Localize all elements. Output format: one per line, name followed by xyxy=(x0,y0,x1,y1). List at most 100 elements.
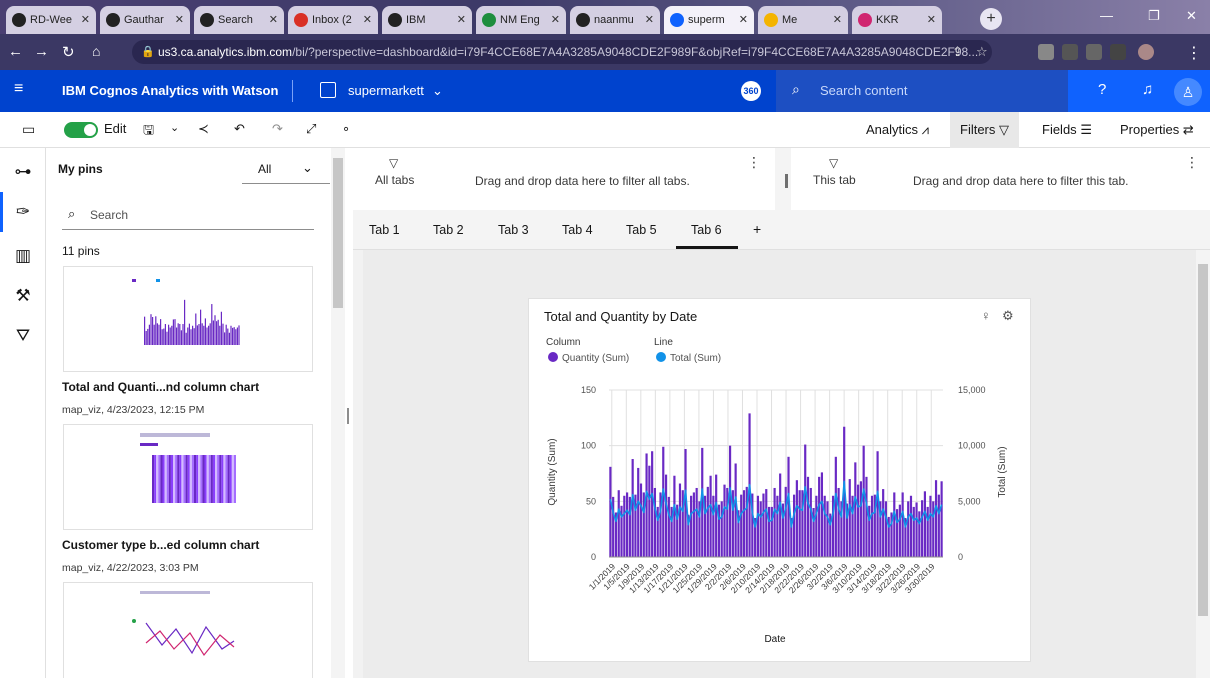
extension-icon[interactable] xyxy=(1038,44,1054,60)
sources-icon[interactable]: ⊶ xyxy=(12,162,34,182)
browser-menu-icon[interactable]: ⋮ xyxy=(1186,43,1202,63)
profile-avatar[interactable] xyxy=(1138,44,1154,60)
home-icon[interactable]: ⌂ xyxy=(92,43,100,59)
dashboard-name[interactable]: supermarkett xyxy=(348,83,424,98)
quantity-bar[interactable] xyxy=(921,500,924,557)
analytics-button[interactable]: Analytics ⩘ xyxy=(856,112,939,148)
chart-widget[interactable]: Total and Quantity by Date ♀ ⚙ Column Li… xyxy=(528,298,1031,662)
comment-icon[interactable]: ▭ xyxy=(22,121,35,138)
back-icon[interactable]: ← xyxy=(8,43,23,60)
overflow-menu-icon[interactable]: ⋮ xyxy=(747,154,761,171)
close-tab-icon[interactable]: ✕ xyxy=(175,13,184,26)
quantity-bar[interactable] xyxy=(773,487,776,557)
close-tab-icon[interactable]: ✕ xyxy=(551,13,560,26)
canvas-scrollbar[interactable] xyxy=(1196,250,1210,678)
quantity-bar[interactable] xyxy=(653,487,657,557)
quantity-bar[interactable] xyxy=(706,486,709,557)
tab-1[interactable]: Tab 1 xyxy=(369,223,400,237)
search-content-field[interactable]: ⌕ Search content xyxy=(776,70,1068,112)
browser-tab[interactable]: IBM ✕ xyxy=(382,6,472,34)
quantity-bar[interactable] xyxy=(779,473,782,558)
pin-thumbnail[interactable] xyxy=(63,424,313,530)
quantity-bar[interactable] xyxy=(720,501,723,557)
quantity-bar[interactable] xyxy=(926,506,929,557)
menu-icon[interactable]: ≡ xyxy=(14,80,23,98)
quantity-bar[interactable] xyxy=(664,474,668,557)
quantity-bar[interactable] xyxy=(798,490,801,557)
close-tab-icon[interactable]: ✕ xyxy=(927,13,936,26)
browser-tab[interactable]: Gauthar ✕ xyxy=(100,6,190,34)
help-icon[interactable]: ? xyxy=(1098,81,1106,98)
close-tab-icon[interactable]: ✕ xyxy=(363,13,372,26)
pin-thumbnail[interactable] xyxy=(63,582,313,678)
quantity-bar[interactable] xyxy=(723,484,726,557)
quantity-bar[interactable] xyxy=(776,495,779,557)
assistant-icon[interactable]: ⛛ xyxy=(12,326,34,346)
quantity-bar[interactable] xyxy=(762,493,765,557)
browser-tab[interactable]: KKR ✕ xyxy=(852,6,942,34)
new-tab-button[interactable]: + xyxy=(980,8,1002,30)
tab-6[interactable]: Tab 6 xyxy=(691,223,722,237)
settings-icon[interactable]: ⚙ xyxy=(1002,308,1014,323)
quantity-bar[interactable] xyxy=(645,453,648,557)
pins-scrollbar-thumb[interactable] xyxy=(333,158,343,308)
close-tab-icon[interactable]: ✕ xyxy=(269,13,278,26)
extensions-puzzle-icon[interactable] xyxy=(1062,44,1078,60)
all-tabs-filter-zone[interactable]: ▽ All tabs Drag and drop data here to fi… xyxy=(353,148,775,210)
bookmark-star-icon[interactable]: ☆ xyxy=(976,40,988,64)
legend-total-label[interactable]: Total (Sum) xyxy=(670,353,721,364)
reading-list-icon[interactable] xyxy=(1086,44,1102,60)
quantity-bar[interactable] xyxy=(909,495,913,557)
tab-3[interactable]: Tab 3 xyxy=(498,223,529,237)
this-tab-filter-zone[interactable]: ▽ This tab Drag and drop data here to fi… xyxy=(791,148,1210,210)
browser-tab[interactable]: RD-Wee ✕ xyxy=(6,6,96,34)
quantity-bar[interactable] xyxy=(937,494,940,557)
quantity-bar[interactable] xyxy=(626,492,629,557)
quantity-bar[interactable] xyxy=(923,491,926,557)
badge-360[interactable]: 360 xyxy=(741,81,761,101)
properties-button[interactable]: Properties ⇄ xyxy=(1110,112,1204,148)
quantity-bar[interactable] xyxy=(692,492,695,557)
widgets-icon[interactable]: ⚒ xyxy=(12,286,34,306)
quantity-bar[interactable] xyxy=(859,481,862,557)
quantity-bar[interactable] xyxy=(795,480,798,557)
quantity-bar[interactable] xyxy=(712,495,715,557)
quantity-bar[interactable] xyxy=(806,476,810,557)
quantity-bar[interactable] xyxy=(742,490,746,557)
quantity-bar[interactable] xyxy=(893,492,896,557)
close-tab-icon[interactable]: ✕ xyxy=(739,13,748,26)
quantity-bar[interactable] xyxy=(912,506,915,557)
quantity-bar[interactable] xyxy=(617,490,620,557)
expand-icon[interactable]: ⤢ xyxy=(306,121,316,137)
pin-thumbnail[interactable] xyxy=(63,266,313,372)
browser-tab[interactable]: Search ✕ xyxy=(194,6,284,34)
minimize-icon[interactable]: — xyxy=(1100,8,1113,23)
pin-icon[interactable]: ✑ xyxy=(12,202,34,222)
quantity-bar[interactable] xyxy=(898,504,901,557)
quantity-bar[interactable] xyxy=(809,487,812,557)
quantity-bar[interactable] xyxy=(709,475,712,557)
quantity-bar[interactable] xyxy=(862,445,865,557)
quantity-bar[interactable] xyxy=(662,446,665,557)
quantity-bar[interactable] xyxy=(854,462,857,557)
quantity-bar[interactable] xyxy=(940,481,943,557)
quantity-bar[interactable] xyxy=(637,467,640,557)
quantity-bar[interactable] xyxy=(815,495,818,557)
quantity-bar[interactable] xyxy=(728,445,732,557)
reload-icon[interactable]: ↻ xyxy=(62,43,75,61)
quantity-bar[interactable] xyxy=(648,465,651,557)
browser-tab[interactable]: naanmu ✕ xyxy=(570,6,660,34)
notification-icon[interactable]: ♫ xyxy=(1142,81,1153,98)
browser-tab[interactable]: NM Eng ✕ xyxy=(476,6,566,34)
tab-5[interactable]: Tab 5 xyxy=(626,223,657,237)
quantity-bar[interactable] xyxy=(837,487,840,557)
quantity-bar[interactable] xyxy=(826,501,829,557)
legend-quantity-label[interactable]: Quantity (Sum) xyxy=(562,353,629,364)
quantity-bar[interactable] xyxy=(882,489,885,557)
share-page-icon[interactable]: ⇪ xyxy=(952,40,963,64)
quantity-bar[interactable] xyxy=(929,495,932,557)
chevron-down-icon[interactable]: ⌄ xyxy=(432,83,443,99)
visualizations-icon[interactable]: ▥ xyxy=(12,246,34,266)
quantity-bar[interactable] xyxy=(848,479,851,557)
quantity-bar[interactable] xyxy=(740,494,743,557)
